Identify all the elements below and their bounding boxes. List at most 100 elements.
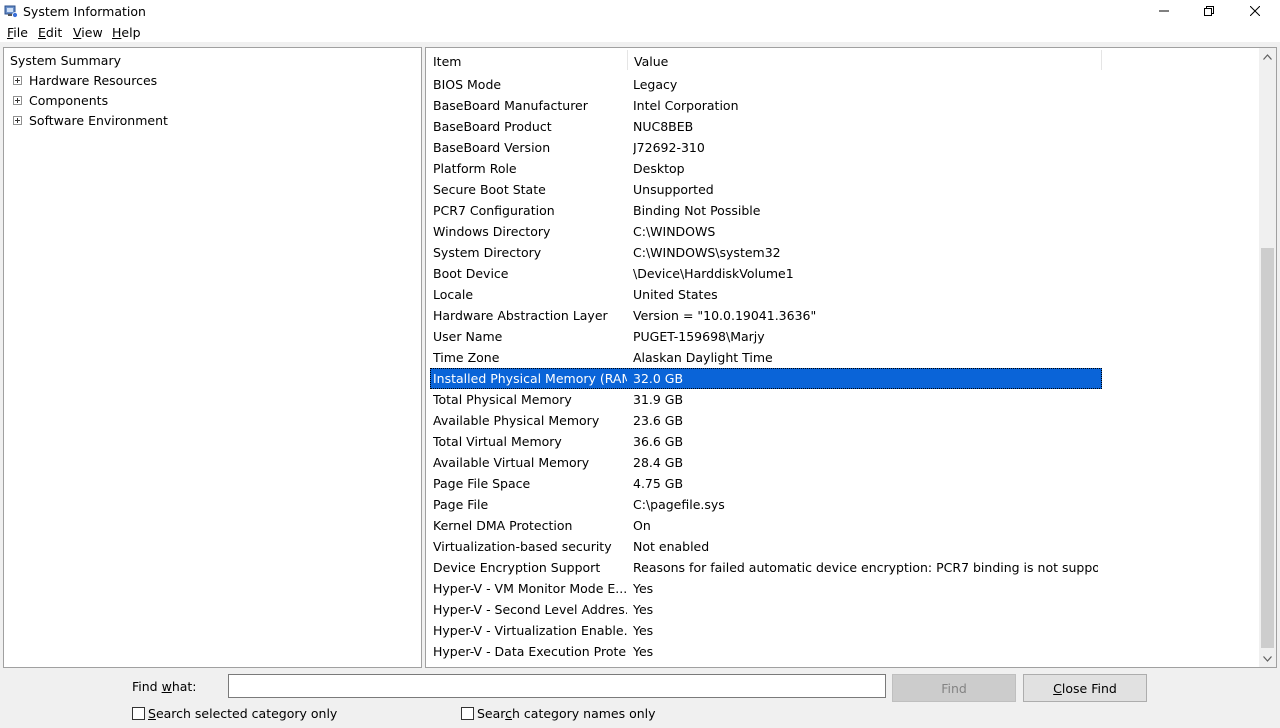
expand-icon[interactable] [13, 96, 22, 105]
row-value: Desktop [633, 161, 685, 176]
table-row[interactable]: PCR7 Configuration Binding Not Possible [430, 200, 1102, 221]
table-row[interactable]: Device Encryption Support Reasons for fai… [430, 557, 1102, 578]
row-value: 23.6 GB [633, 413, 684, 428]
row-value: Reasons for failed automatic device encr… [633, 560, 1098, 575]
table-row[interactable]: Page File Space 4.75 GB [430, 473, 1102, 494]
find-bar: Find what: Find Close Find Search select… [0, 670, 1280, 728]
close-window-button[interactable] [1232, 0, 1278, 22]
row-value: C:\pagefile.sys [633, 497, 725, 512]
table-row[interactable]: Virtualization-based security Not enabled [430, 536, 1102, 557]
row-item: Hyper-V - VM Monitor Mode E... [433, 581, 627, 596]
tree-item-software-environment[interactable]: Software Environment [4, 110, 204, 130]
table-row[interactable]: Installed Physical Memory (RAM) 32.0 GB [430, 368, 1102, 389]
table-row[interactable]: BaseBoard Version J72692-310 [430, 137, 1102, 158]
system-information-app-icon [4, 5, 18, 18]
table-row[interactable]: Windows Directory C:\WINDOWS [430, 221, 1102, 242]
row-value: Yes [633, 581, 654, 596]
table-row[interactable]: Platform Role Desktop [430, 158, 1102, 179]
table-row[interactable]: Boot Device \Device\HarddiskVolume1 [430, 263, 1102, 284]
checkbox-box[interactable] [132, 707, 145, 720]
row-value: PUGET-159698\Marjy [633, 329, 765, 344]
row-value: 32.0 GB [633, 371, 684, 386]
scroll-up-button[interactable] [1259, 48, 1276, 65]
details-list[interactable]: Item Value BIOS Mode Legacy BaseBoard Manu… [425, 47, 1277, 668]
table-row[interactable]: Secure Boot State Unsupported [430, 179, 1102, 200]
table-row[interactable]: Hyper-V - Second Level Addres... Yes [430, 599, 1102, 620]
row-item: Virtualization-based security [433, 539, 612, 554]
row-value: J72692-310 [633, 140, 705, 155]
row-item: BIOS Mode [433, 77, 502, 92]
table-row[interactable]: Hardware Abstraction Layer Version = "10.… [430, 305, 1102, 326]
row-item: System Directory [433, 245, 542, 260]
table-row[interactable]: Available Physical Memory 23.6 GB [430, 410, 1102, 431]
table-row[interactable]: Hyper-V - Virtualization Enable... Yes [430, 620, 1102, 641]
menu-view[interactable]: View [73, 25, 103, 40]
row-item: Windows Directory [433, 224, 551, 239]
expand-icon[interactable] [13, 76, 22, 85]
chevron-up-icon [1263, 53, 1272, 60]
table-row[interactable]: BIOS Mode Legacy [430, 74, 1102, 95]
row-item: Available Physical Memory [433, 413, 600, 428]
table-row[interactable]: Time Zone Alaskan Daylight Time [430, 347, 1102, 368]
category-tree[interactable]: System Summary Hardware Resources Compon… [3, 47, 422, 668]
row-item: Device Encryption Support [433, 560, 601, 575]
row-value: 31.9 GB [633, 392, 684, 407]
table-row[interactable]: Locale United States [430, 284, 1102, 305]
row-value: Intel Corporation [633, 98, 739, 113]
row-value: 28.4 GB [633, 455, 684, 470]
row-item: BaseBoard Product [433, 119, 552, 134]
tree-item-hardware-resources[interactable]: Hardware Resources [4, 70, 204, 90]
checkbox-box[interactable] [461, 707, 474, 720]
find-button[interactable]: Find [892, 674, 1016, 702]
table-row[interactable]: Kernel DMA Protection On [430, 515, 1102, 536]
row-value: C:\WINDOWS\system32 [633, 245, 781, 260]
vertical-scrollbar[interactable] [1259, 48, 1276, 667]
menu-edit[interactable]: Edit [38, 25, 62, 40]
row-value: Alaskan Daylight Time [633, 350, 773, 365]
expand-icon[interactable] [13, 116, 22, 125]
row-value: Yes [633, 602, 654, 617]
tree-item-components[interactable]: Components [4, 90, 204, 110]
scroll-thumb[interactable] [1261, 248, 1274, 648]
column-header-item[interactable]: Item [426, 48, 627, 72]
row-value: Not enabled [633, 539, 710, 554]
table-row[interactable]: Total Virtual Memory 36.6 GB [430, 431, 1102, 452]
row-item: Installed Physical Memory (RAM) [433, 371, 627, 386]
close-find-button[interactable]: Close Find [1023, 674, 1147, 702]
table-row[interactable]: BaseBoard Manufacturer Intel Corporation [430, 95, 1102, 116]
minimize-button[interactable] [1141, 0, 1187, 22]
row-item: Hyper-V - Virtualization Enable... [433, 623, 627, 638]
table-row[interactable]: System Directory C:\WINDOWS\system32 [430, 242, 1102, 263]
row-value: Version = "10.0.19041.3636" [633, 308, 817, 323]
row-value: Yes [633, 623, 654, 638]
row-value: Yes [633, 644, 654, 659]
tree-item-system-summary[interactable]: System Summary [4, 50, 144, 70]
row-item: Page File [433, 497, 489, 512]
main-content: System Summary Hardware Resources Compon… [0, 42, 1280, 670]
table-row[interactable]: Available Virtual Memory 28.4 GB [430, 452, 1102, 473]
table-row[interactable]: Hyper-V - VM Monitor Mode E... Yes [430, 578, 1102, 599]
menu-bar: File Edit View Help [0, 22, 1280, 42]
column-divider[interactable] [1101, 50, 1102, 70]
list-header: Item Value [426, 48, 1262, 72]
table-row[interactable]: Page File C:\pagefile.sys [430, 494, 1102, 515]
table-row[interactable]: BaseBoard Product NUC8BEB [430, 116, 1102, 137]
find-what-input[interactable] [228, 674, 886, 698]
row-item: Total Virtual Memory [433, 434, 562, 449]
title-bar: System Information [0, 0, 1280, 22]
menu-help[interactable]: Help [112, 25, 141, 40]
row-item: Secure Boot State [433, 182, 546, 197]
search-selected-category-checkbox[interactable]: Search selected category only [132, 706, 337, 722]
menu-file[interactable]: File [7, 25, 28, 40]
restore-icon [1204, 6, 1214, 16]
table-row[interactable]: Hyper-V - Data Execution Prote... Yes [430, 641, 1102, 662]
search-category-names-checkbox[interactable]: Search category names only [461, 706, 656, 722]
row-item: Time Zone [433, 350, 500, 365]
window-title: System Information [23, 4, 146, 19]
scroll-down-button[interactable] [1259, 650, 1276, 667]
table-row[interactable]: Total Physical Memory 31.9 GB [430, 389, 1102, 410]
restore-button[interactable] [1186, 0, 1232, 22]
column-header-value[interactable]: Value [627, 48, 1101, 72]
row-item: Hardware Abstraction Layer [433, 308, 608, 323]
table-row[interactable]: User Name PUGET-159698\Marjy [430, 326, 1102, 347]
